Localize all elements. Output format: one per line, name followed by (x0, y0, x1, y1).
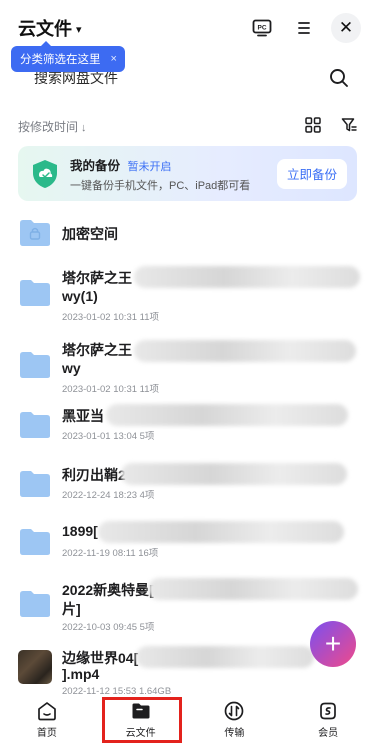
home-icon (38, 701, 56, 720)
locked-folder-icon (20, 220, 50, 246)
caret-down-icon: ▾ (76, 23, 82, 36)
file-name-line2: ].mp4 (62, 666, 100, 682)
search-icon[interactable] (321, 60, 357, 96)
tooltip-text: 分类筛选在这里 (20, 54, 101, 66)
svg-text:PC: PC (257, 25, 266, 32)
redacted-text (121, 463, 347, 485)
tab-label: 会员 (318, 727, 339, 739)
backup-description: 一键备份手机文件，PC、iPad都可看 (70, 179, 251, 192)
file-name: 1899[ (62, 523, 98, 539)
redacted-text (134, 340, 356, 362)
vip-icon (320, 702, 336, 719)
folder-icon (20, 352, 50, 378)
file-name: 2022新奥特曼[ (62, 582, 154, 598)
folder-icon (20, 280, 50, 306)
file-meta: 2022-11-19 08:11 16项 (62, 548, 159, 559)
file-name: 塔尔萨之王 (62, 270, 132, 286)
bottom-tab-bar: 首页 云文件 传输 会员 (0, 694, 375, 744)
tab-label: 云文件 (125, 727, 156, 739)
menu-icon[interactable] (289, 13, 319, 43)
tab-vip[interactable]: 会员 (281, 694, 375, 744)
backup-title: 我的备份 (70, 158, 121, 173)
folder-icon (20, 591, 50, 617)
tab-home[interactable]: 首页 (0, 694, 94, 744)
redacted-text (134, 266, 360, 288)
tab-label: 首页 (36, 727, 57, 739)
file-meta: 2022-12-24 18:23 4项 (62, 490, 155, 501)
video-thumbnail (18, 650, 52, 684)
folder-icon (132, 703, 150, 718)
redacted-text (148, 578, 358, 600)
close-button[interactable]: ✕ (331, 13, 361, 43)
file-meta: 2023-01-01 13:04 5项 (62, 431, 155, 442)
sort-bar: 按修改时间 ↓ (18, 114, 357, 138)
list-item[interactable]: 1899[ 2022-11-19 08:11 16项 (18, 521, 363, 561)
sort-label: 按修改时间 (18, 119, 79, 134)
redacted-text (98, 521, 344, 543)
sort-arrow-icon: ↓ (81, 121, 87, 134)
list-item[interactable]: 塔尔萨之王 wy(1) 2023-01-02 10:31 11项 (18, 266, 363, 326)
file-name-line2: wy (62, 360, 81, 376)
sort-button[interactable]: 按修改时间 ↓ (18, 118, 87, 135)
file-meta: 2023-01-02 10:31 11项 (62, 384, 160, 395)
file-name: 加密空间 (62, 226, 118, 242)
folder-icon (20, 529, 50, 555)
list-item[interactable]: 黑亚当 2023-01-01 13:04 5项 (18, 404, 363, 444)
backup-status: 暂未开启 (127, 160, 172, 173)
tab-label: 传输 (224, 727, 245, 739)
add-button[interactable]: + (310, 621, 356, 667)
list-item[interactable]: 2022新奥特曼[ 片] 2022-10-03 09:45 5项 (18, 578, 363, 638)
backup-card[interactable]: 我的备份 暂未开启 一键备份手机文件，PC、iPad都可看 立即备份 (18, 146, 357, 201)
list-item[interactable]: 加密空间 (18, 218, 363, 248)
transfer-icon (225, 701, 244, 720)
file-name: 边缘世界04[ (62, 650, 139, 666)
file-meta: 2022-10-03 09:45 5项 (62, 622, 155, 633)
folder-icon (20, 412, 50, 438)
tab-transfer[interactable]: 传输 (188, 694, 282, 744)
plus-icon: + (324, 628, 342, 659)
redacted-text (106, 404, 348, 426)
tooltip-close-icon[interactable]: × (111, 53, 117, 65)
list-item[interactable]: 塔尔萨之王 wy 2023-01-02 10:31 11项 (18, 338, 363, 398)
filter-tooltip: 分类筛选在这里 × (11, 41, 125, 72)
filter-icon[interactable] (341, 117, 357, 136)
space-switcher[interactable]: 云文件 ▾ (18, 15, 82, 41)
grid-view-icon[interactable] (305, 116, 321, 136)
backup-shield-icon (33, 159, 57, 188)
list-item[interactable]: 利刃出鞘2 2022-12-24 18:23 4项 (18, 463, 363, 503)
folder-icon (20, 471, 50, 497)
file-name: 塔尔萨之王 (62, 342, 132, 358)
file-name-line2: 片] (62, 601, 81, 617)
file-name-line2: wy(1) (62, 288, 98, 304)
tab-cloud-files[interactable]: 云文件 (94, 694, 188, 744)
file-name: 利刃出鞘2 (62, 467, 126, 483)
pc-transfer-icon[interactable]: PC (247, 13, 277, 43)
start-backup-button[interactable]: 立即备份 (276, 158, 347, 189)
file-meta: 2023-01-02 10:31 11项 (62, 312, 160, 323)
redacted-text (136, 646, 314, 668)
page-title: 云文件 (18, 19, 72, 39)
close-icon: ✕ (338, 18, 354, 37)
file-name: 黑亚当 (62, 408, 104, 424)
